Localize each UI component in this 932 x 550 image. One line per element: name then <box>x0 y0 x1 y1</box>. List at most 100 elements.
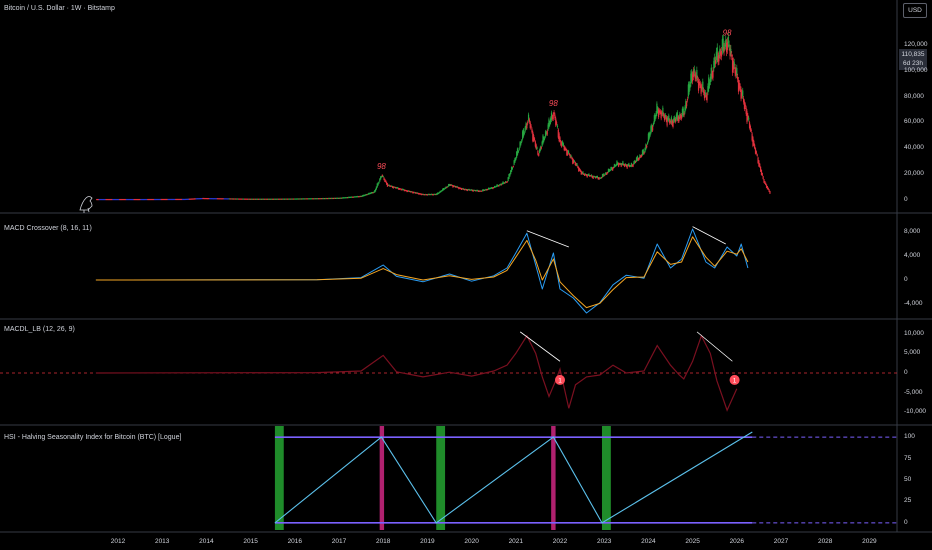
price-candle <box>697 80 700 91</box>
price-candle <box>737 76 739 80</box>
price-candle <box>744 104 746 107</box>
time-axis-tick: 2024 <box>641 538 656 545</box>
price-candle <box>750 129 752 132</box>
hsi-axis-tick: 75 <box>904 454 912 462</box>
halving-bar <box>601 426 611 530</box>
peak-98-label: 98 <box>377 162 386 171</box>
price-candle <box>638 157 640 160</box>
macdl-axis-tick: 10,000 <box>904 329 924 337</box>
price-candle <box>714 60 717 64</box>
price-candle <box>762 175 764 180</box>
time-axis-tick: 2029 <box>862 538 877 545</box>
time-axis-tick: 2014 <box>199 538 214 545</box>
price-candle <box>756 154 758 157</box>
price-candle <box>769 190 771 194</box>
price-candle <box>518 148 520 150</box>
price-candle <box>727 36 729 44</box>
price-candle <box>712 70 714 78</box>
price-candle <box>646 142 649 144</box>
last-price: 110,835 <box>901 51 925 58</box>
hsi-title: HSI - Halving Seasonality Index for Bitc… <box>4 434 182 441</box>
macd-line <box>95 228 749 314</box>
price-candle <box>523 132 525 134</box>
divergence-line <box>519 331 561 362</box>
hsi-axis-tick: 50 <box>904 476 912 483</box>
price-candle <box>718 54 720 62</box>
price-candle <box>530 125 532 127</box>
price-candle <box>700 85 702 94</box>
dino-icon <box>79 196 93 213</box>
price-candle <box>632 163 634 167</box>
price-candle <box>515 157 517 161</box>
price-axis-tick: 0 <box>904 195 908 203</box>
price-candle <box>529 122 531 129</box>
price-candle <box>686 103 688 107</box>
price-candle <box>512 165 514 168</box>
price-axis-tick: 100,000 <box>904 67 928 74</box>
price-candle <box>538 153 540 156</box>
macdl-lb-title: MACDL_LB (12, 26, 9) <box>4 326 75 333</box>
currency-button[interactable]: USD <box>903 3 927 18</box>
price-candle <box>550 112 553 121</box>
price-candle <box>554 114 556 119</box>
price-candle <box>728 44 730 47</box>
price-candle <box>678 116 680 121</box>
macd-axis-tick: 8,000 <box>904 228 921 235</box>
symbol-title: Bitcoin / U.S. Dollar · 1W · Bitstamp <box>4 5 115 12</box>
hsi-axis-tick: 25 <box>904 497 912 505</box>
time-axis-tick: 2026 <box>730 538 745 545</box>
price-candle <box>544 137 546 139</box>
price-candle <box>742 90 744 97</box>
price-candle <box>527 122 529 124</box>
time-axis-tick: 2012 <box>111 538 126 545</box>
price-candle <box>643 152 645 154</box>
price-candle <box>549 122 551 125</box>
price-candle <box>506 181 508 183</box>
price-candle <box>520 142 522 145</box>
price-candle <box>730 48 732 53</box>
price-candle <box>378 181 380 184</box>
time-axis-tick: 2016 <box>288 538 303 545</box>
cycle-peak-bar <box>551 426 556 530</box>
price-candle <box>697 78 699 80</box>
price-candle <box>710 67 712 79</box>
price-candle <box>723 46 725 52</box>
peak-98-label: 98 <box>723 28 732 37</box>
hsi-line <box>274 431 753 524</box>
price-candle <box>753 140 755 145</box>
price-candle <box>533 138 536 141</box>
price-axis-tick: 40,000 <box>904 144 924 152</box>
halving-bar <box>274 426 284 530</box>
price-candle <box>521 140 523 142</box>
price-candle <box>704 92 706 95</box>
time-axis-tick: 2013 <box>155 538 170 545</box>
price-candle <box>739 86 741 90</box>
time-axis-tick: 2028 <box>818 538 833 545</box>
time-axis-tick: 2017 <box>332 538 347 545</box>
price-candle <box>754 144 756 149</box>
price-candle <box>696 69 698 79</box>
signal-line <box>95 236 749 309</box>
hsi-axis-tick: 0 <box>904 518 908 526</box>
price-candle <box>699 83 701 86</box>
price-axis-tick: 60,000 <box>904 118 924 126</box>
macd-crossover-title: MACD Crossover (8, 16, 11) <box>4 225 92 232</box>
chart-canvas: 98 98 98 1 1 2012 2013 2014 2015 2016 2017 2018 2019… <box>0 0 932 545</box>
macdl-axis-tick: 5,000 <box>904 349 921 357</box>
macdl-axis-tick: 0 <box>904 369 908 376</box>
price-candle <box>567 150 570 154</box>
time-axis-tick: 2025 <box>685 538 700 545</box>
divergence-line <box>526 230 569 248</box>
price-candle <box>573 160 576 163</box>
peak-98-label: 98 <box>549 99 558 108</box>
price-candle <box>562 143 564 147</box>
price-candle <box>556 125 559 128</box>
price-candle <box>689 84 691 88</box>
price-candle <box>540 146 542 149</box>
macd-axis-tick: 0 <box>904 276 908 283</box>
price-candle <box>556 122 558 124</box>
price-candle <box>706 94 708 101</box>
price-candle <box>649 133 651 136</box>
time-axis-tick: 2022 <box>553 538 568 545</box>
price-axis-tick: 80,000 <box>904 92 924 100</box>
